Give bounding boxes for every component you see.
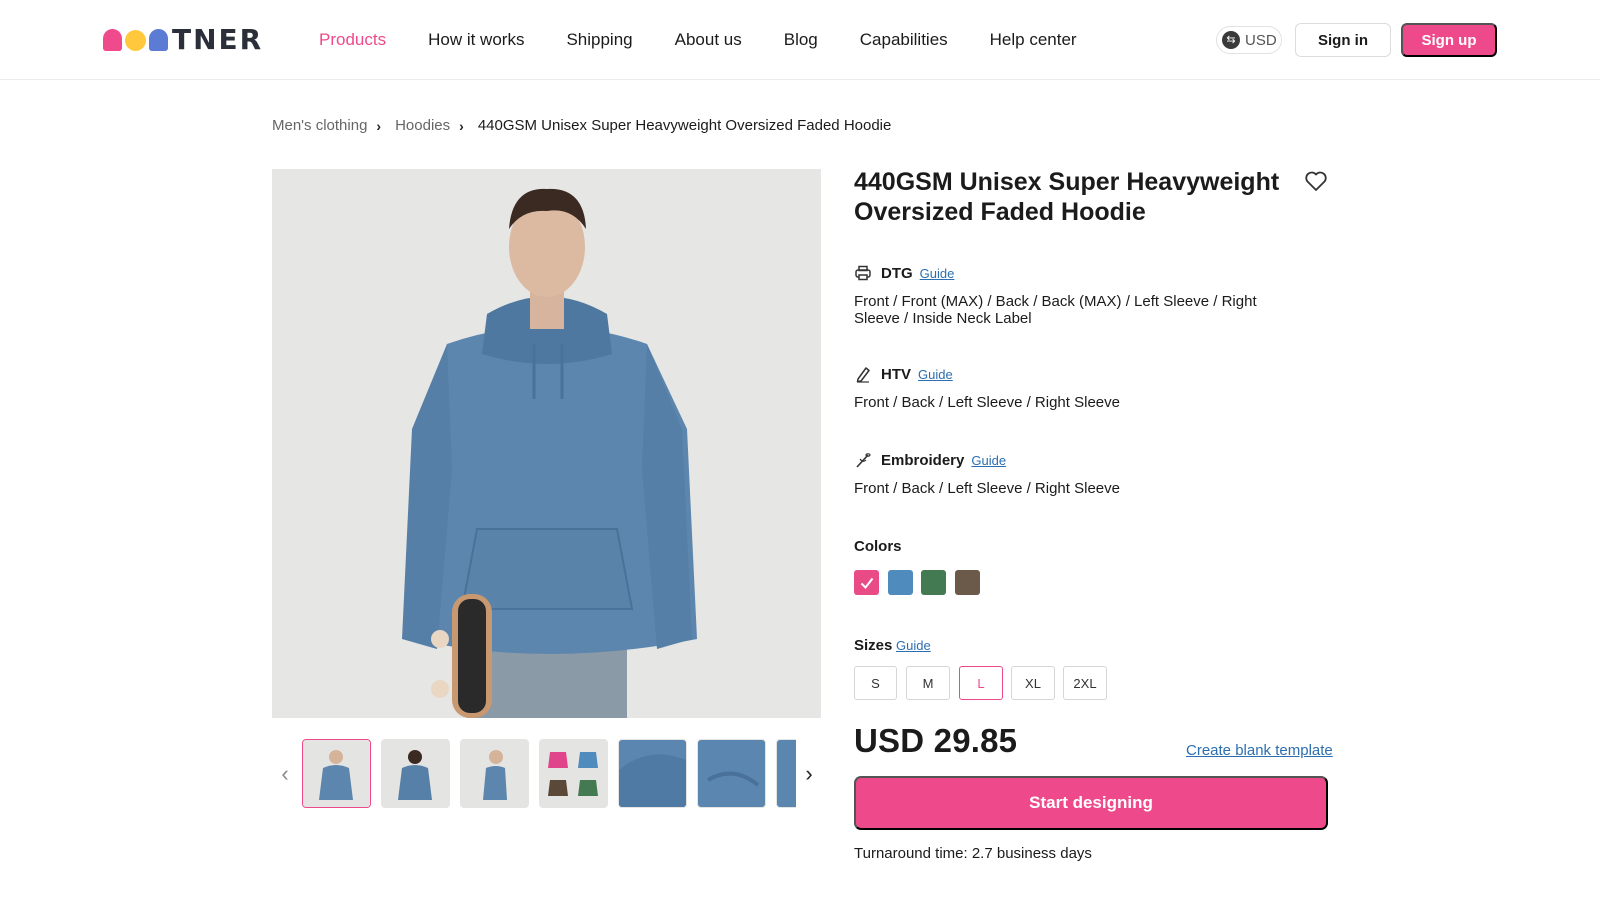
thumbnail-front-view[interactable] bbox=[302, 739, 371, 808]
thumbnail-image bbox=[382, 740, 449, 807]
logo-shape-pink bbox=[103, 29, 122, 51]
thumbnail-side-view[interactable] bbox=[460, 739, 529, 808]
method-htv: HTV Guide Front / Back / Left Sleeve / R… bbox=[854, 364, 1274, 412]
size-s[interactable]: S bbox=[854, 666, 897, 700]
method-placements: Front / Front (MAX) / Back / Back (MAX) … bbox=[854, 293, 1257, 327]
thumbnail-color-variants[interactable] bbox=[539, 739, 608, 808]
thumbnail-hood-detail[interactable] bbox=[618, 739, 687, 808]
thumbnail-next-chevron-icon[interactable]: › bbox=[801, 762, 817, 786]
method-name: HTV bbox=[881, 365, 911, 383]
thumbnail-prev-chevron-icon[interactable]: ‹ bbox=[277, 762, 293, 786]
nav-capabilities[interactable]: Capabilities bbox=[860, 30, 948, 50]
breadcrumb-mens-clothing[interactable]: Men's clothing bbox=[272, 117, 367, 134]
thumbnail-cuff-detail[interactable] bbox=[697, 739, 766, 808]
currency-exchange-icon: ⇆ bbox=[1222, 31, 1240, 49]
thumbnail-fabric-detail[interactable] bbox=[776, 739, 796, 808]
sign-up-button[interactable]: Sign up bbox=[1401, 23, 1497, 57]
hoodie-model-illustration bbox=[272, 169, 821, 718]
chevron-right-icon: › bbox=[376, 117, 382, 134]
dtg-guide-link[interactable]: Guide bbox=[920, 266, 955, 281]
size-2xl[interactable]: 2XL bbox=[1063, 666, 1107, 700]
logo[interactable]: TNER bbox=[103, 26, 263, 54]
size-l[interactable]: L bbox=[959, 666, 1003, 700]
thumbnail-image bbox=[303, 740, 370, 807]
start-designing-button[interactable]: Start designing bbox=[854, 776, 1328, 830]
breadcrumb-hoodies[interactable]: Hoodies bbox=[395, 117, 450, 134]
method-header: DTG Guide bbox=[854, 263, 1274, 283]
nav-products[interactable]: Products bbox=[319, 30, 386, 50]
heart-icon[interactable] bbox=[1304, 170, 1328, 192]
size-m[interactable]: M bbox=[906, 666, 950, 700]
size-xl[interactable]: XL bbox=[1011, 666, 1055, 700]
thumbnail-image bbox=[619, 740, 686, 807]
logo-mark bbox=[103, 29, 168, 51]
sizes-guide-link[interactable]: Guide bbox=[896, 638, 931, 653]
thumbnail-image bbox=[777, 740, 796, 807]
method-dtg: DTG Guide Front / Front (MAX) / Back / B… bbox=[854, 263, 1274, 328]
method-header: HTV Guide bbox=[854, 364, 1274, 384]
nav-shipping[interactable]: Shipping bbox=[566, 30, 632, 50]
product-title: 440GSM Unisex Super Heavyweight Oversize… bbox=[854, 168, 1280, 226]
sign-in-button[interactable]: Sign in bbox=[1295, 23, 1391, 57]
create-blank-template-link[interactable]: Create blank template bbox=[1186, 742, 1333, 759]
method-name: DTG bbox=[881, 264, 913, 282]
color-swatch-pink[interactable] bbox=[854, 570, 879, 595]
embroidery-guide-link[interactable]: Guide bbox=[971, 453, 1006, 468]
nav-about-us[interactable]: About us bbox=[675, 30, 742, 50]
breadcrumb: Men's clothing › Hoodies › 440GSM Unisex… bbox=[272, 117, 891, 134]
currency-selector[interactable]: ⇆ USD bbox=[1216, 26, 1282, 54]
color-swatch-blue[interactable] bbox=[888, 570, 913, 595]
thumbnail-image bbox=[461, 740, 528, 807]
nav-how-it-works[interactable]: How it works bbox=[428, 30, 524, 50]
site-header: TNER Products How it works Shipping Abou… bbox=[0, 0, 1600, 80]
product-main-image[interactable] bbox=[272, 169, 821, 718]
thumbnail-strip bbox=[302, 739, 796, 809]
product-price: USD 29.85 bbox=[854, 722, 1018, 759]
logo-shape-blue bbox=[149, 29, 168, 51]
pen-icon bbox=[856, 367, 870, 383]
thumbnail-back-view[interactable] bbox=[381, 739, 450, 808]
method-placements: Front / Back / Left Sleeve / Right Sleev… bbox=[854, 394, 1120, 411]
logo-text: TNER bbox=[172, 23, 264, 56]
sizes-label: Sizes bbox=[854, 637, 893, 654]
method-placements: Front / Back / Left Sleeve / Right Sleev… bbox=[854, 480, 1120, 497]
check-icon bbox=[860, 577, 873, 589]
currency-label: USD bbox=[1245, 31, 1277, 49]
color-swatch-green[interactable] bbox=[921, 570, 946, 595]
color-swatch-brown[interactable] bbox=[955, 570, 980, 595]
htv-guide-link[interactable]: Guide bbox=[918, 367, 953, 382]
colors-label: Colors bbox=[854, 538, 902, 555]
printer-icon bbox=[855, 265, 871, 281]
turnaround-time: Turnaround time: 2.7 business days bbox=[854, 845, 1092, 862]
thumbnail-image bbox=[698, 740, 765, 807]
method-header: Embroidery Guide bbox=[854, 450, 1274, 470]
method-name: Embroidery bbox=[881, 451, 965, 469]
nav-help-center[interactable]: Help center bbox=[990, 30, 1077, 50]
chevron-right-icon: › bbox=[459, 117, 464, 134]
needle-icon bbox=[856, 453, 871, 468]
method-embroidery: Embroidery Guide Front / Back / Left Sle… bbox=[854, 450, 1274, 498]
logo-shape-yellow bbox=[125, 29, 146, 51]
main-nav: Products How it works Shipping About us … bbox=[319, 30, 1119, 50]
thumbnail-image bbox=[540, 740, 607, 807]
nav-blog[interactable]: Blog bbox=[784, 30, 818, 50]
breadcrumb-current: 440GSM Unisex Super Heavyweight Oversize… bbox=[477, 117, 892, 134]
